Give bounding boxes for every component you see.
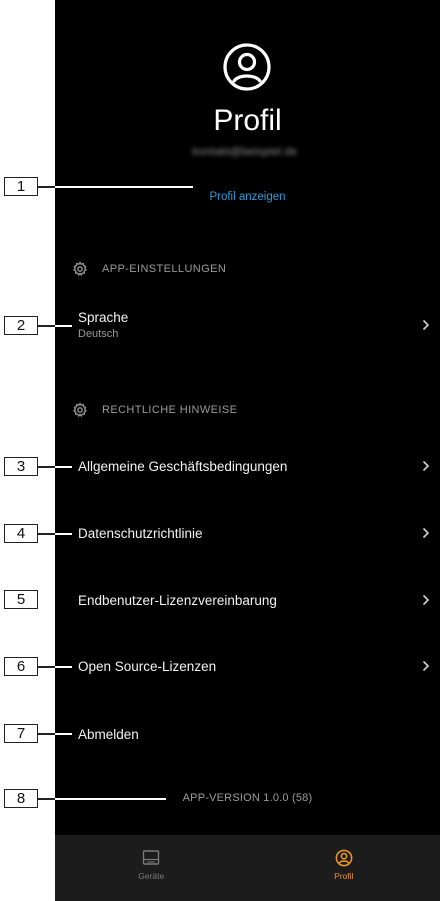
tab-devices[interactable]: Geräte (55, 835, 248, 901)
logout-label: Abmelden (78, 726, 139, 742)
user-circle-icon (223, 43, 271, 91)
chevron-right-icon (422, 319, 430, 331)
tab-profile[interactable]: Profil (248, 835, 440, 901)
section-label: APP-EINSTELLUNGEN (102, 263, 227, 275)
gear-icon (73, 402, 87, 418)
section-app-settings: APP-EINSTELLUNGEN (55, 257, 440, 281)
callout-3: 3 (4, 457, 38, 476)
callout-1-line (38, 186, 193, 188)
profile-screen: Profil kontakt@beispiel.de Profil anzeig… (55, 0, 440, 901)
language-label: Sprache (78, 310, 129, 325)
chevron-right-icon (422, 527, 430, 539)
chevron-right-icon (422, 460, 430, 472)
language-row[interactable]: Sprache Deutsch (55, 305, 440, 345)
callout-5: 5 (4, 590, 38, 609)
tab-label: Profil (334, 871, 354, 881)
callout-6: 6 (4, 657, 38, 676)
callout-1: 1 (4, 177, 38, 196)
callout-4: 4 (4, 524, 38, 543)
user-circle-icon (335, 849, 353, 867)
device-icon (143, 850, 160, 865)
privacy-row[interactable]: Datenschutzrichtlinie (55, 513, 440, 553)
terms-row[interactable]: Allgemeine Geschäftsbedingungen (55, 446, 440, 486)
callout-3-line (38, 466, 72, 468)
terms-label: Allgemeine Geschäftsbedingungen (78, 458, 288, 474)
bottom-navigation: Geräte Profil (55, 835, 440, 901)
chevron-right-icon (422, 660, 430, 672)
callout-7-line (38, 733, 72, 735)
callout-4-line (38, 533, 72, 535)
show-profile-link[interactable]: Profil anzeigen (55, 191, 440, 203)
gear-icon (73, 261, 87, 277)
eula-label: Endbenutzer-Lizenzvereinbarung (78, 592, 277, 608)
privacy-label: Datenschutzrichtlinie (78, 525, 203, 541)
eula-row[interactable]: Endbenutzer-Lizenzvereinbarung (55, 580, 440, 620)
callout-7: 7 (4, 724, 38, 743)
callout-2-line (38, 325, 72, 327)
open-source-row[interactable]: Open Source-Lizenzen (55, 646, 440, 686)
callout-6-line (38, 666, 72, 668)
open-source-label: Open Source-Lizenzen (78, 658, 217, 674)
callout-2: 2 (4, 316, 38, 335)
callout-8-line (38, 798, 166, 800)
section-legal: RECHTLICHE HINWEISE (55, 398, 440, 422)
section-label: RECHTLICHE HINWEISE (102, 404, 238, 416)
chevron-right-icon (422, 594, 430, 606)
page-title: Profil (213, 104, 282, 137)
user-email: kontakt@beispiel.de (192, 146, 298, 158)
callout-8: 8 (4, 789, 38, 808)
tab-label: Geräte (138, 871, 165, 881)
language-value: Deutsch (78, 328, 119, 340)
logout-row[interactable]: Abmelden (55, 714, 440, 754)
